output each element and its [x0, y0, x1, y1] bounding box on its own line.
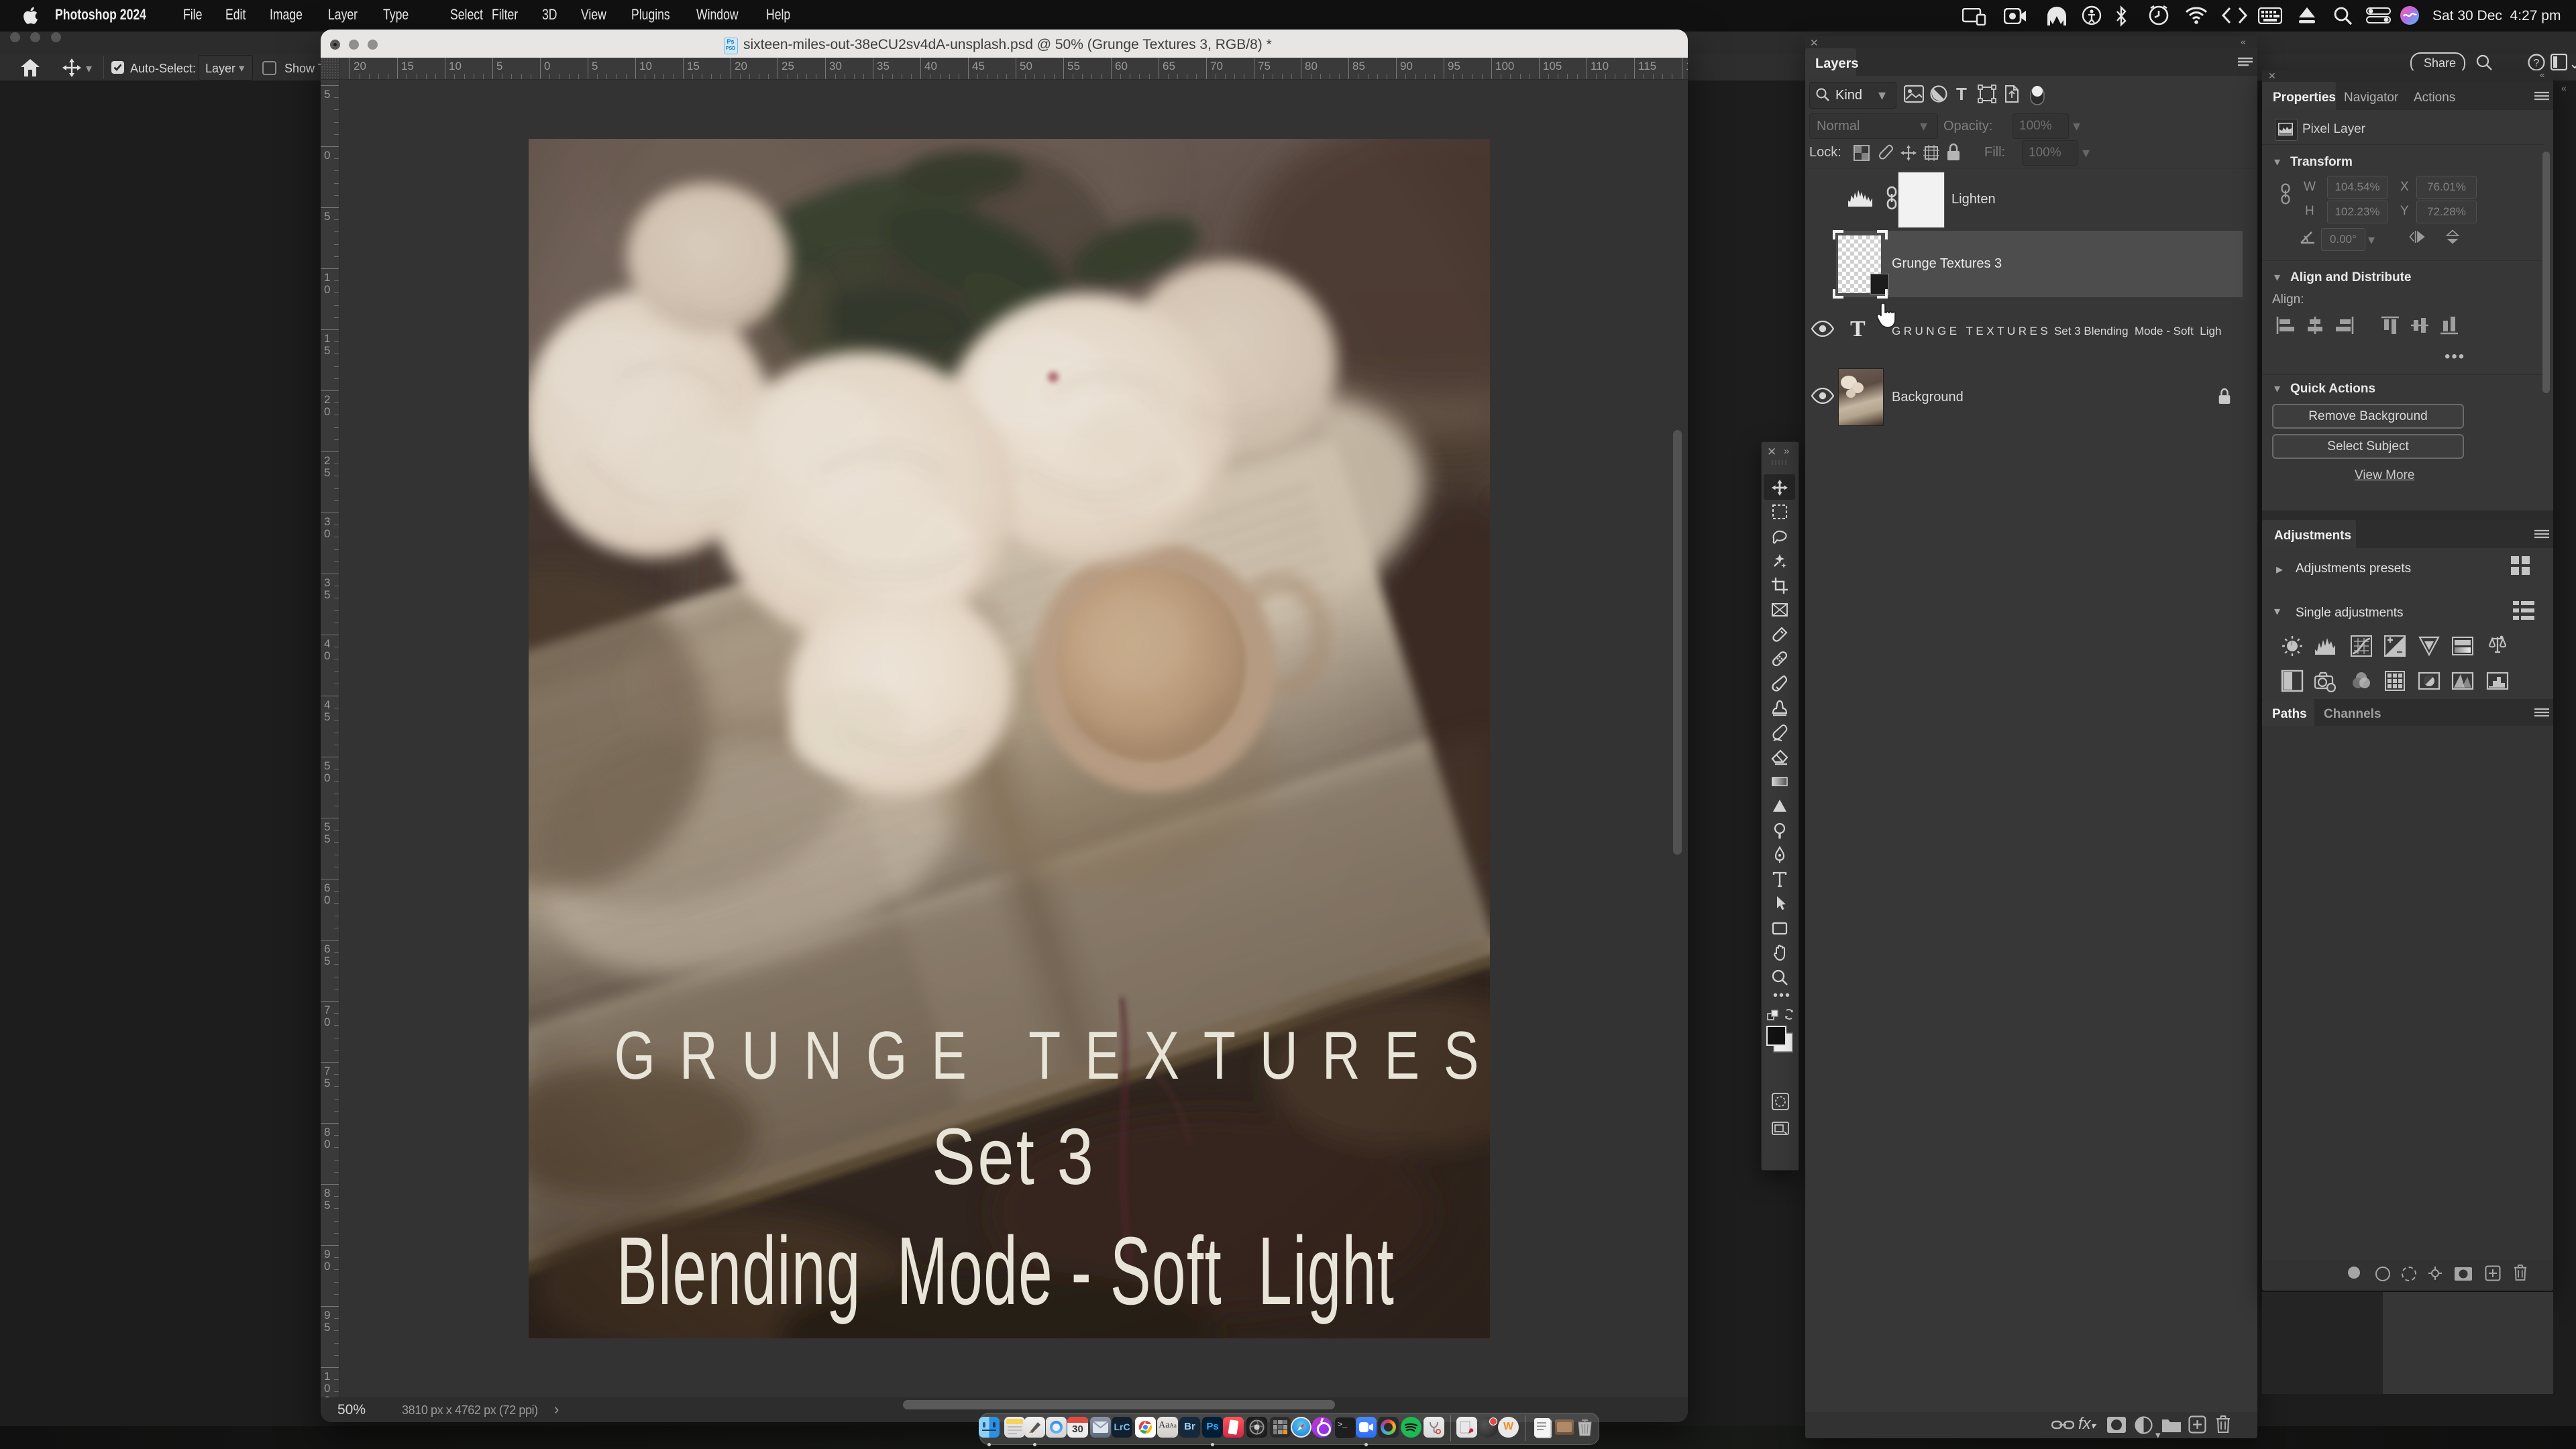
svg-text:?: ?	[2534, 58, 2540, 69]
